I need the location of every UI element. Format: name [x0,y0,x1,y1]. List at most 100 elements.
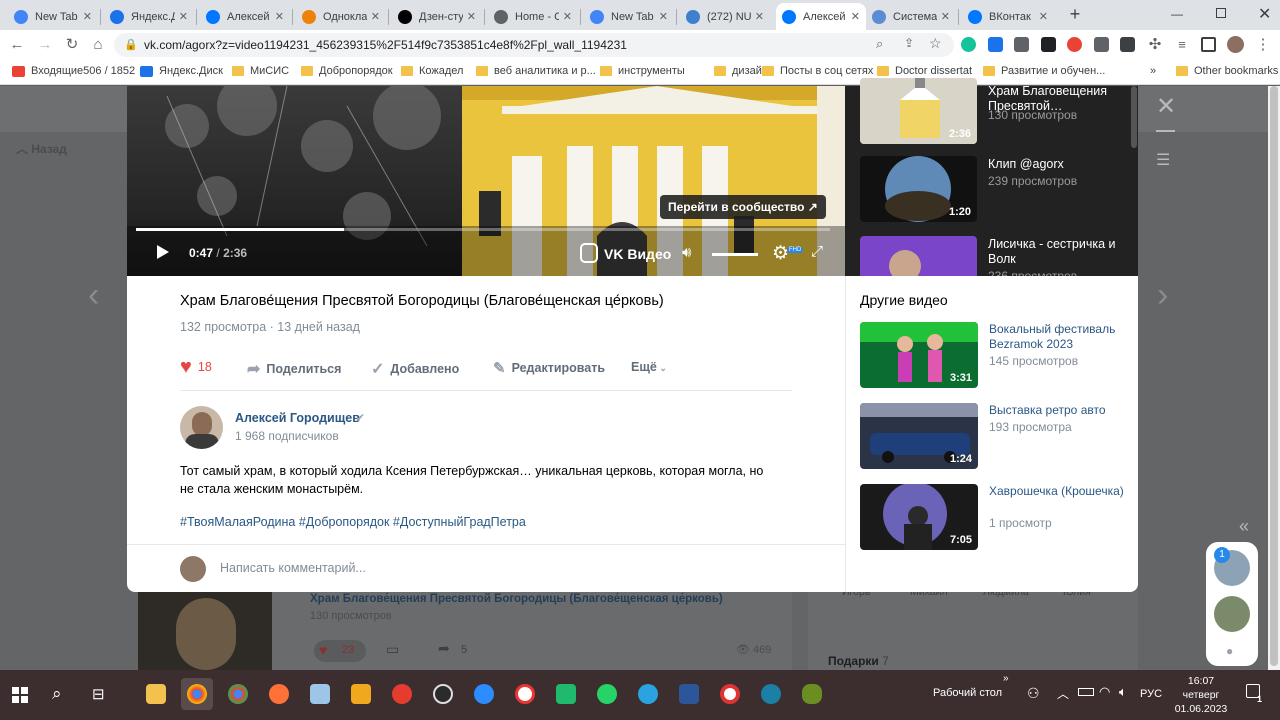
back-arrow-icon[interactable]: ← [8,36,26,54]
forward-arrow-icon[interactable]: → [36,36,54,54]
telegram-icon[interactable] [632,678,664,710]
bookmark-item[interactable]: дизайн [714,65,768,77]
browser-tab[interactable]: ВКонтак ✕ [962,3,1054,30]
browser-tab[interactable]: Дзен-сту ✕ [392,3,482,30]
collapse-chats-icon[interactable]: « [1239,516,1249,537]
language-indicator[interactable]: РУС [1140,688,1162,700]
more-chevron[interactable]: » [1003,673,1009,684]
playlist-video-title[interactable]: Клип @agorx [988,157,1064,171]
extension-icon[interactable] [1094,37,1109,52]
other-video-title[interactable]: Хаврошечка (Крошечка) [989,484,1129,499]
media-icon[interactable]: ≡ [1173,36,1191,54]
close-tab-icon[interactable]: ✕ [275,10,284,23]
comment-input[interactable]: Написать комментарий... [220,561,366,575]
added-button[interactable]: ✓ Добавлено [371,359,459,379]
app-icon[interactable] [345,678,377,710]
zoom-icon[interactable] [468,678,500,710]
browser-tab[interactable]: Алексей ✕ [776,3,866,30]
other-video-thumbnail[interactable]: 1:24 [860,403,978,469]
tray-up-icon[interactable]: ︿ [1057,685,1069,702]
playlist-thumbnail[interactable]: 1:20 [860,156,977,222]
reload-icon[interactable]: ↻ [63,36,81,54]
browser-tab[interactable]: Home - C ✕ [488,3,578,30]
messages-icon[interactable]: ● [1226,644,1233,658]
progress-track[interactable] [136,228,830,231]
file-explorer-icon[interactable] [140,678,172,710]
bookmark-item[interactable]: Добропорядок [301,65,393,77]
bookmark-item[interactable]: Doctor dissertat [877,65,972,77]
close-tab-icon[interactable]: ✕ [563,10,572,23]
browser-tab[interactable]: Алексей ✕ [200,3,290,30]
bookmark-item[interactable]: инструменты [600,65,685,77]
browser-tab[interactable]: (272) NU ✕ [680,3,770,30]
share-button[interactable]: ➦ Поделиться [247,359,341,379]
author-name[interactable]: Алексей Городищев [235,411,360,425]
clock[interactable]: 16:07 четверг 01.06.2023 [1173,674,1229,716]
comment-icon[interactable]: ▭ [386,641,399,658]
browser-tab[interactable]: Однокла ✕ [296,3,386,30]
bookmark-item[interactable]: веб аналитика и р... [476,65,596,77]
new-tab-button[interactable]: + [1066,5,1084,24]
extension-icon[interactable] [1041,37,1056,52]
notepad-icon[interactable] [304,678,336,710]
profile-avatar[interactable] [1227,36,1244,53]
whatsapp-icon[interactable] [591,678,623,710]
settings-gear-icon[interactable]: ⚙ [772,242,789,265]
bookmark-star-icon[interactable]: ☆ [929,35,942,52]
search-icon[interactable]: ⌕ [52,684,62,704]
app-icon[interactable] [714,678,746,710]
extension-icon[interactable] [1120,37,1135,52]
close-tab-icon[interactable]: ✕ [83,10,92,23]
close-tab-icon[interactable]: ✕ [1039,10,1048,23]
go-to-community-button[interactable]: Перейти в сообщество ↗ [660,195,826,219]
close-tab-icon[interactable]: ✕ [659,10,668,23]
bookmark-item[interactable]: Входящие506 / 1852 [12,65,135,77]
volume-slider[interactable] [712,253,758,256]
fullscreen-icon[interactable]: ⤢ [811,243,823,260]
bookmark-item[interactable]: МиСИС [232,65,289,77]
playlist-video-title[interactable]: Лисичка - сестричка и Волк [988,237,1128,267]
chrome-icon[interactable] [181,678,213,710]
extension-icon[interactable] [1067,37,1082,52]
extensions-puzzle-icon[interactable]: ✣ [1146,36,1164,54]
bookmark-item[interactable]: Развитие и обучен... [983,65,1105,77]
playlist-scrollbar[interactable] [1131,86,1137,148]
other-video-title[interactable]: Выставка ретро авто [989,403,1129,418]
wifi-icon[interactable]: ◠ [1099,684,1110,700]
speaker-icon[interactable]: 🔈︎ [1119,684,1127,700]
address-bar[interactable]: 🔒 vk.com/agorx?z=video1194231_456239315%… [114,33,954,57]
close-tab-icon[interactable]: ✕ [371,10,380,23]
browser-tab[interactable]: New Tab ✕ [8,3,98,30]
chrome-profile-icon[interactable] [222,678,254,710]
app-icon[interactable] [550,678,582,710]
share-icon[interactable]: ⇪ [904,36,914,50]
browser-tab[interactable]: New Tab ✕ [584,3,674,30]
extension-icon[interactable] [1014,37,1029,52]
prev-video-arrow-icon[interactable]: ‹ [88,276,99,315]
close-tab-icon[interactable]: ✕ [941,10,950,23]
close-tab-icon[interactable]: ✕ [755,10,764,23]
close-modal-icon[interactable]: ✕ [1156,92,1176,121]
next-video-arrow-icon[interactable]: › [1157,276,1168,315]
side-panel-icon[interactable] [1201,37,1216,52]
people-icon[interactable]: ⚇ [1027,685,1040,702]
other-video-title[interactable]: Вокальный фестиваль Bezramok 2023 [989,322,1129,352]
grammarly-extension-icon[interactable] [961,37,976,52]
app-icon[interactable] [796,678,828,710]
back-link[interactable]: ︿ Назад [16,140,67,157]
play-icon[interactable] [157,245,169,259]
word-icon[interactable] [673,678,705,710]
window-close-button[interactable]: ✕ [1258,4,1271,24]
hashtags[interactable]: #ТвояМалаяРодина #Добропорядок #Доступны… [180,515,526,529]
author-avatar[interactable] [180,406,223,449]
app-icon[interactable] [755,678,787,710]
browser-tab[interactable]: Система ✕ [866,3,956,30]
other-video-thumbnail[interactable]: 3:31 [860,322,978,388]
share-arrow-icon[interactable]: ➦ [438,640,450,657]
close-tab-icon[interactable]: ✕ [467,10,476,23]
bookmark-item[interactable]: Посты в соц сетях [762,65,873,77]
windows-start-icon[interactable] [12,687,28,703]
bookmarks-overflow[interactable]: » [1150,65,1156,77]
extension-icon[interactable] [988,37,1003,52]
other-video-thumbnail[interactable]: 7:05 [860,484,978,550]
